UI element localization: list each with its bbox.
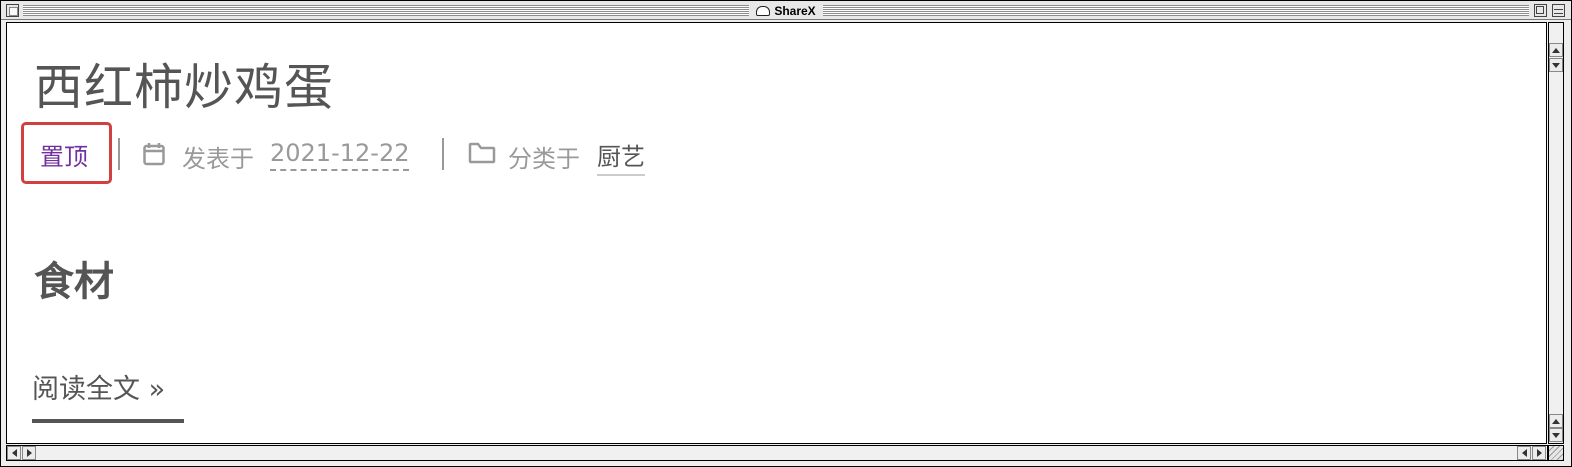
scroll-down-button[interactable] <box>1549 58 1563 72</box>
scroll-right-button[interactable] <box>22 446 36 460</box>
scroll-up-button[interactable] <box>1549 43 1563 57</box>
scroll-left-button[interactable] <box>7 446 21 460</box>
title-bar-stripes <box>23 5 749 16</box>
title-bar-stripes <box>823 5 1529 16</box>
arrow-left-icon <box>1521 449 1527 457</box>
meta-divider <box>442 138 444 170</box>
horizontal-scrollbar[interactable] <box>6 445 1548 461</box>
folder-icon <box>468 142 496 164</box>
posted-date[interactable]: 2021-12-22 <box>270 139 410 171</box>
category-label: 分类于 <box>508 145 580 173</box>
arrow-right-icon <box>26 449 32 457</box>
arrow-down-icon <box>1552 62 1560 68</box>
vertical-scrollbar[interactable] <box>1548 22 1564 444</box>
read-more-link[interactable]: 阅读全文 » <box>32 367 165 406</box>
scroll-left-button-end[interactable] <box>1517 446 1531 460</box>
section-heading: 食材 <box>34 259 114 305</box>
scroll-down-button-bottom[interactable] <box>1549 428 1563 442</box>
collapse-box[interactable] <box>1552 4 1565 17</box>
resize-grip-icon[interactable] <box>1548 445 1564 461</box>
sharex-window: ShareX 西红柿炒鸡蛋 置顶 发表于 2021-12-22 分类于 厨艺 食… <box>0 0 1572 467</box>
read-more-underline <box>32 419 184 423</box>
post-content: 西红柿炒鸡蛋 置顶 发表于 2021-12-22 分类于 厨艺 食材 阅读全文 … <box>6 22 1547 444</box>
posted-label: 发表于 <box>182 145 254 173</box>
category-link[interactable]: 厨艺 <box>597 137 645 176</box>
calendar-icon <box>143 143 165 166</box>
arrow-down-icon <box>1552 432 1560 438</box>
title-bar[interactable]: ShareX <box>1 1 1571 20</box>
scroll-up-button-bottom[interactable] <box>1549 414 1563 428</box>
arrow-up-icon <box>1552 418 1560 424</box>
arrow-up-icon <box>1552 47 1560 53</box>
sticky-label: 置顶 <box>40 143 88 171</box>
sharex-icon <box>756 5 771 16</box>
zoom-box[interactable] <box>1534 4 1547 17</box>
meta-divider <box>118 138 120 170</box>
scroll-right-button-end[interactable] <box>1532 446 1546 460</box>
arrow-right-icon <box>1536 449 1542 457</box>
post-title[interactable]: 西红柿炒鸡蛋 <box>34 48 334 119</box>
arrow-left-icon <box>11 449 17 457</box>
window-title-label: ShareX <box>774 3 816 18</box>
close-box[interactable] <box>6 4 19 17</box>
window-title: ShareX <box>749 3 823 18</box>
